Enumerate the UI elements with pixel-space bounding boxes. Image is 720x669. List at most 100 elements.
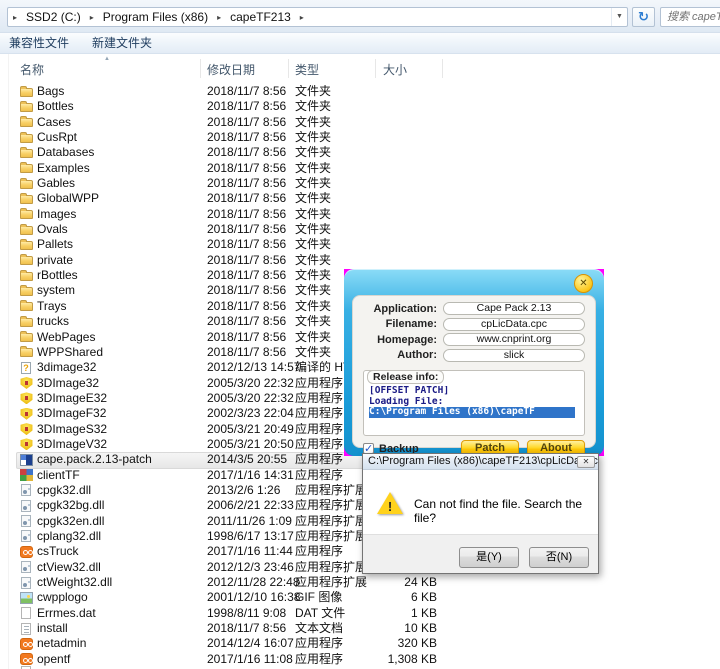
breadcrumb-program-files[interactable]: Program Files (x86): [99, 10, 212, 24]
file-row[interactable]: install 2018/11/7 8:56 文本文档 10 KB: [0, 621, 720, 636]
file-type: 文本文档: [295, 622, 343, 635]
chevron-right-icon[interactable]: ▸: [295, 13, 309, 22]
file-row[interactable]: csTruck 2017/1/16 11:44 应用程序: [0, 544, 720, 559]
file-type: 文件夹: [295, 192, 331, 205]
file-row[interactable]: private 2018/11/7 8:56 文件夹: [0, 253, 720, 268]
folder-icon: [20, 333, 33, 342]
error-dialog: C:\Program Files (x86)\capeTF213\cpLicDa…: [362, 453, 599, 574]
file-type: 应用程序扩展: [295, 530, 367, 543]
folder-icon: [20, 88, 33, 97]
file-row[interactable]: CusRpt 2018/11/7 8:56 文件夹: [0, 130, 720, 145]
chevron-right-icon[interactable]: ▸: [212, 13, 226, 22]
file-name: 3DImageS32: [37, 423, 107, 436]
column-divider[interactable]: [442, 59, 443, 78]
file-row[interactable]: Images 2018/11/7 8:56 文件夹: [0, 207, 720, 222]
file-type: 应用程序: [295, 469, 343, 482]
file-row[interactable]: cpgk32.dll 2013/2/6 1:26 应用程序扩展: [0, 483, 720, 498]
txt-icon: [21, 623, 31, 635]
file-row[interactable]: cpgk32bg.dll 2006/2/21 22:33 应用程序扩展: [0, 498, 720, 513]
dll-icon: [21, 577, 31, 589]
gif-icon: [20, 592, 33, 604]
file-row[interactable]: cwpplogo 2001/12/10 16:38 GIF 图像 6 KB: [0, 590, 720, 605]
file-name: Pallets: [37, 238, 73, 251]
column-header-date[interactable]: 修改日期: [207, 61, 255, 79]
file-row[interactable]: cpgk32en.dll 2011/11/26 1:09 应用程序扩展: [0, 514, 720, 529]
file-type: 文件夹: [295, 346, 331, 359]
no-button[interactable]: 否(N): [529, 547, 589, 568]
file-date: 2018/11/7 8:56: [207, 208, 286, 221]
file-row[interactable]: Bags 2018/11/7 8:56 文件夹: [0, 84, 720, 99]
author-field[interactable]: slick: [443, 349, 585, 362]
error-dialog-body: ! Can not find the file. Search the file…: [363, 470, 598, 534]
file-row[interactable]: Databases 2018/11/7 8:56 文件夹: [0, 145, 720, 160]
release-line: Loading File:: [369, 397, 579, 408]
chm-icon: [21, 362, 31, 374]
dll-icon: [21, 515, 31, 527]
file-date: 2012/12/3 23:46: [207, 561, 294, 574]
file-type: 应用程序扩展: [295, 561, 367, 574]
file-size: 1 KB: [375, 607, 437, 620]
file-row[interactable]: Ovals 2018/11/7 8:56 文件夹: [0, 222, 720, 237]
file-type: 应用程序: [295, 423, 343, 436]
dll-icon: [21, 530, 31, 542]
file-date: 2018/11/7 8:56: [207, 146, 286, 159]
file-row[interactable]: ctWeight32.dll 2012/11/28 22:48 应用程序扩展 2…: [0, 575, 720, 590]
column-divider[interactable]: [200, 59, 201, 78]
chevron-right-icon[interactable]: ▸: [8, 13, 22, 22]
application-field[interactable]: Cape Pack 2.13: [443, 302, 585, 315]
filename-label: Filename:: [363, 318, 443, 330]
file-type: 文件夹: [295, 238, 331, 251]
file-date: 2018/11/7 8:56: [207, 300, 286, 313]
file-type: 文件夹: [295, 208, 331, 221]
address-dropdown-icon[interactable]: ▼: [611, 8, 627, 26]
file-name: ctWeight32.dll: [37, 576, 112, 589]
file-date: 2014/3/5 20:55: [207, 453, 287, 466]
breadcrumb[interactable]: ▸ SSD2 (C:) ▸ Program Files (x86) ▸ cape…: [7, 7, 628, 27]
file-row[interactable]: clientTF 2017/1/16 14:31 应用程序: [0, 468, 720, 483]
file-row[interactable]: Cases 2018/11/7 8:56 文件夹: [0, 115, 720, 130]
column-header-type[interactable]: 类型: [295, 61, 319, 79]
filename-field[interactable]: cpLicData.cpc: [443, 318, 585, 331]
file-date: 2018/11/7 8:56: [207, 116, 286, 129]
breadcrumb-capetf213[interactable]: capeTF213: [226, 10, 295, 24]
file-name: Databases: [37, 146, 94, 159]
column-header-size[interactable]: 大小: [383, 61, 407, 79]
file-row[interactable]: netadmin 2014/12/4 16:07 应用程序 320 KB: [0, 636, 720, 651]
breadcrumb-drive[interactable]: SSD2 (C:): [22, 10, 85, 24]
folder-icon: [20, 226, 33, 235]
file-type: 应用程序: [295, 545, 343, 558]
column-headers: ▲ 名称 修改日期 类型 大小: [8, 56, 720, 80]
file-row[interactable]: opentf 2017/1/16 11:08 应用程序 1,308 KB: [0, 652, 720, 667]
file-row[interactable]: GlobalWPP 2018/11/7 8:56 文件夹: [0, 191, 720, 206]
file-row[interactable]: ctView32.dll 2012/12/3 23:46 应用程序扩展: [0, 560, 720, 575]
yes-button[interactable]: 是(Y): [459, 547, 519, 568]
homepage-field[interactable]: www.cnprint.org: [443, 333, 585, 346]
file-type: 应用程序: [295, 407, 343, 420]
file-date: 2018/11/7 8:56: [207, 331, 286, 344]
file-row[interactable]: Bottles 2018/11/7 8:56 文件夹: [0, 99, 720, 114]
release-info-box[interactable]: Release info: [OFFSET PATCH] Loading Fil…: [363, 370, 585, 436]
close-icon[interactable]: ✕: [574, 274, 593, 293]
column-divider[interactable]: [288, 59, 289, 78]
file-type: GIF 图像: [295, 591, 342, 604]
search-input[interactable]: 搜索 capeTF213: [660, 7, 720, 27]
folder-icon: [20, 272, 33, 281]
chevron-right-icon[interactable]: ▸: [85, 13, 99, 22]
close-icon[interactable]: ✕: [577, 456, 595, 468]
file-date: 2018/11/7 8:56: [207, 100, 286, 113]
release-info-label: Release info:: [367, 370, 444, 384]
folder-icon: [20, 134, 33, 143]
file-row[interactable]: Pallets 2018/11/7 8:56 文件夹: [0, 237, 720, 252]
refresh-button[interactable]: ↻: [632, 7, 655, 27]
column-divider[interactable]: [375, 59, 376, 78]
column-header-name[interactable]: 名称: [20, 61, 44, 79]
file-name: ctView32.dll: [37, 561, 101, 574]
file-row[interactable]: Errmes.dat 1998/8/11 9:08 DAT 文件 1 KB: [0, 606, 720, 621]
file-date: 2018/11/7 8:56: [207, 177, 286, 190]
compatibility-files-button[interactable]: 兼容性文件: [0, 33, 83, 54]
file-row[interactable]: Examples 2018/11/7 8:56 文件夹: [0, 161, 720, 176]
file-row[interactable]: Gables 2018/11/7 8:56 文件夹: [0, 176, 720, 191]
new-folder-button[interactable]: 新建文件夹: [83, 33, 166, 54]
file-type: 文件夹: [295, 177, 331, 190]
file-row[interactable]: cplang32.dll 1998/6/17 13:17 应用程序扩展: [0, 529, 720, 544]
